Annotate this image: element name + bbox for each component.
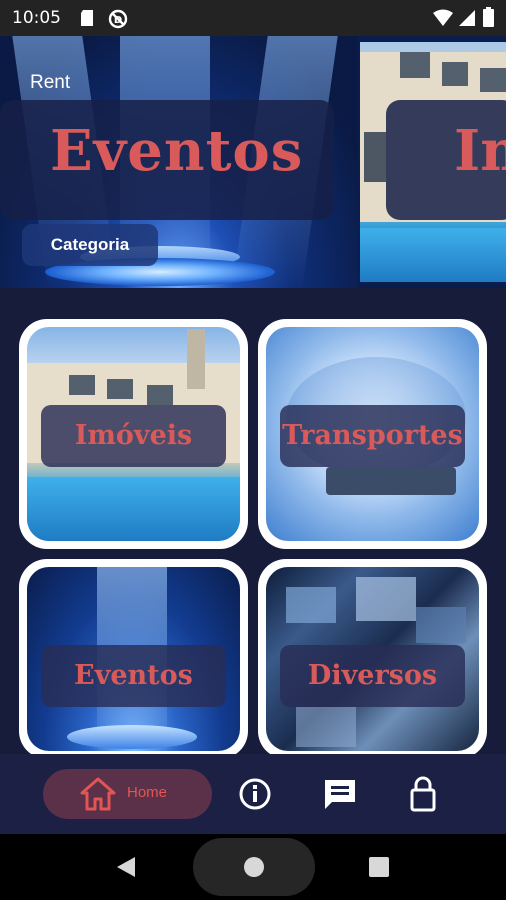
signal-icon bbox=[459, 10, 475, 26]
hero-slide-imoveis[interactable]: Im bbox=[360, 42, 506, 282]
hero-title-box: Eventos bbox=[0, 100, 334, 220]
hero-slide2-title-box: Im bbox=[386, 100, 506, 220]
hero-slide2-title: Im bbox=[454, 118, 506, 184]
hero-rent-label: Rent bbox=[30, 72, 71, 93]
nav-home-button[interactable]: Home bbox=[43, 769, 212, 819]
eventos-image: Eventos bbox=[27, 567, 240, 751]
category-card-transportes[interactable]: Transportes bbox=[258, 319, 487, 549]
status-bar: 10:05 D bbox=[0, 0, 506, 36]
category-card-diversos[interactable]: Diversos bbox=[258, 559, 487, 759]
category-label-transportes: Transportes bbox=[280, 405, 465, 467]
sd-card-icon bbox=[81, 10, 93, 26]
category-label-imoveis: Imóveis bbox=[41, 405, 226, 467]
status-time: 10:05 bbox=[12, 8, 61, 28]
battery-icon bbox=[483, 7, 494, 27]
category-label-diversos: Diversos bbox=[280, 645, 465, 707]
hero-title: Eventos bbox=[50, 118, 304, 184]
wifi-icon bbox=[433, 9, 453, 26]
info-icon[interactable] bbox=[237, 776, 273, 812]
imoveis-image: Imóveis bbox=[27, 327, 240, 541]
hero-slide-eventos[interactable]: Rent Eventos Categoria bbox=[0, 36, 358, 288]
recents-icon[interactable] bbox=[369, 857, 389, 877]
category-card-imoveis[interactable]: Imóveis bbox=[19, 319, 248, 549]
hero-category-badge[interactable]: Categoria bbox=[22, 224, 158, 266]
transportes-image: Transportes bbox=[266, 327, 479, 541]
chat-icon[interactable] bbox=[322, 777, 358, 811]
category-card-eventos[interactable]: Eventos bbox=[19, 559, 248, 759]
bottom-nav: Home bbox=[0, 754, 506, 834]
do-not-disturb-icon: D bbox=[108, 9, 128, 29]
hero-carousel[interactable]: Rent Eventos Categoria Im bbox=[0, 36, 506, 288]
svg-text:D: D bbox=[114, 15, 122, 26]
home-circle-icon[interactable] bbox=[243, 856, 265, 878]
category-label-eventos: Eventos bbox=[41, 645, 226, 707]
home-icon bbox=[80, 777, 116, 811]
nav-home-label: Home bbox=[127, 784, 168, 801]
back-icon[interactable] bbox=[114, 855, 138, 879]
app-screen: 10:05 D Rent Eventos Categoria I Imóveis… bbox=[0, 0, 506, 900]
lock-icon[interactable] bbox=[409, 775, 437, 813]
diversos-image: Diversos bbox=[266, 567, 479, 751]
system-nav-bar bbox=[0, 834, 506, 900]
